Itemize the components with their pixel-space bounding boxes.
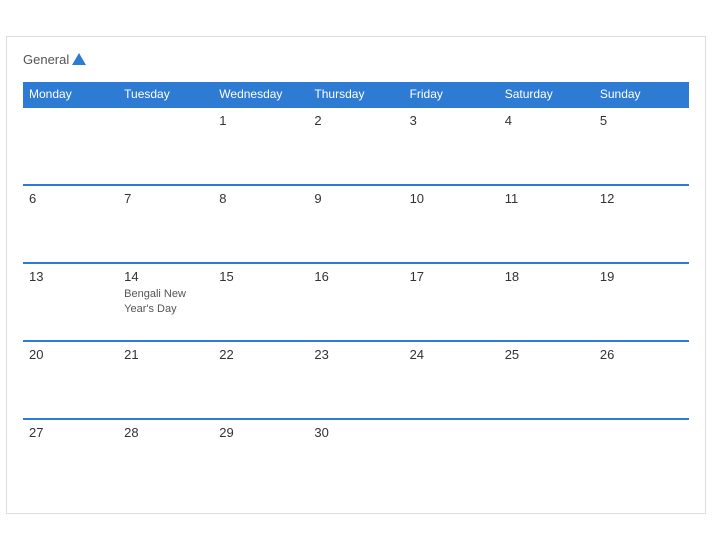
calendar-body: 1234567891011121314Bengali New Year's Da…: [23, 107, 689, 497]
day-number: 27: [29, 425, 112, 440]
day-number: 3: [410, 113, 493, 128]
day-number: 11: [505, 191, 588, 206]
calendar-day-cell: 2: [308, 107, 403, 185]
calendar-day-cell: 30: [308, 419, 403, 497]
calendar-day-cell: 25: [499, 341, 594, 419]
day-number: 1: [219, 113, 302, 128]
day-number: 6: [29, 191, 112, 206]
day-number: 7: [124, 191, 207, 206]
calendar-day-cell: 16: [308, 263, 403, 341]
calendar-day-cell: [23, 107, 118, 185]
day-number: 25: [505, 347, 588, 362]
day-number: 2: [314, 113, 397, 128]
calendar: General MondayTuesdayWednesdayThursdayFr…: [6, 36, 706, 513]
weekday-header: Thursday: [308, 82, 403, 107]
calendar-day-cell: 24: [404, 341, 499, 419]
day-number: 10: [410, 191, 493, 206]
logo-general-text: General: [23, 53, 86, 67]
day-number: 23: [314, 347, 397, 362]
day-number: 15: [219, 269, 302, 284]
day-number: 19: [600, 269, 683, 284]
calendar-day-cell: 12: [594, 185, 689, 263]
day-number: 24: [410, 347, 493, 362]
calendar-day-cell: [499, 419, 594, 497]
day-number: 26: [600, 347, 683, 362]
day-number: 21: [124, 347, 207, 362]
calendar-day-cell: 7: [118, 185, 213, 263]
calendar-header-row: MondayTuesdayWednesdayThursdayFridaySatu…: [23, 82, 689, 107]
calendar-day-cell: 5: [594, 107, 689, 185]
calendar-day-cell: 6: [23, 185, 118, 263]
calendar-day-cell: 3: [404, 107, 499, 185]
calendar-header: General: [23, 53, 689, 67]
calendar-week-row: 27 28 29 30: [23, 419, 689, 497]
logo-triangle-icon: [72, 53, 86, 65]
day-number: 22: [219, 347, 302, 362]
day-number: 29: [219, 425, 302, 440]
weekday-header: Friday: [404, 82, 499, 107]
calendar-day-cell: 18: [499, 263, 594, 341]
day-number: 13: [29, 269, 112, 284]
calendar-day-cell: 11: [499, 185, 594, 263]
day-number: 30: [314, 425, 397, 440]
weekday-header: Wednesday: [213, 82, 308, 107]
day-number: 18: [505, 269, 588, 284]
calendar-week-row: 6789 10 11 12: [23, 185, 689, 263]
weekday-header: Tuesday: [118, 82, 213, 107]
calendar-week-row: 13 14 Bengali New Year's Day 15 16 17 18 19: [23, 263, 689, 341]
calendar-day-cell: 1: [213, 107, 308, 185]
calendar-week-row: 20 21 22 23 24 25 26: [23, 341, 689, 419]
calendar-day-cell: 17: [404, 263, 499, 341]
logo: General: [23, 53, 86, 67]
calendar-day-cell: 4: [499, 107, 594, 185]
calendar-day-cell: 28: [118, 419, 213, 497]
calendar-day-cell: 9: [308, 185, 403, 263]
day-number: 4: [505, 113, 588, 128]
calendar-day-cell: 15: [213, 263, 308, 341]
calendar-day-cell: 19: [594, 263, 689, 341]
calendar-day-cell: 8: [213, 185, 308, 263]
calendar-day-cell: 22: [213, 341, 308, 419]
calendar-day-cell: 21: [118, 341, 213, 419]
calendar-day-cell: 26: [594, 341, 689, 419]
day-number: 28: [124, 425, 207, 440]
holiday-label: Bengali New Year's Day: [124, 288, 186, 315]
calendar-grid: MondayTuesdayWednesdayThursdayFridaySatu…: [23, 82, 689, 497]
weekday-header: Saturday: [499, 82, 594, 107]
weekday-header: Monday: [23, 82, 118, 107]
weekday-header: Sunday: [594, 82, 689, 107]
day-number: 16: [314, 269, 397, 284]
day-number: 8: [219, 191, 302, 206]
day-number: 14: [124, 269, 207, 284]
day-number: 9: [314, 191, 397, 206]
calendar-day-cell: [404, 419, 499, 497]
calendar-day-cell: 29: [213, 419, 308, 497]
calendar-week-row: 12345: [23, 107, 689, 185]
day-number: 20: [29, 347, 112, 362]
calendar-day-cell: 14 Bengali New Year's Day: [118, 263, 213, 341]
calendar-day-cell: [594, 419, 689, 497]
calendar-day-cell: 23: [308, 341, 403, 419]
calendar-day-cell: 13: [23, 263, 118, 341]
calendar-day-cell: 27: [23, 419, 118, 497]
day-number: 5: [600, 113, 683, 128]
calendar-day-cell: [118, 107, 213, 185]
day-number: 12: [600, 191, 683, 206]
calendar-day-cell: 20: [23, 341, 118, 419]
calendar-day-cell: 10: [404, 185, 499, 263]
day-number: 17: [410, 269, 493, 284]
